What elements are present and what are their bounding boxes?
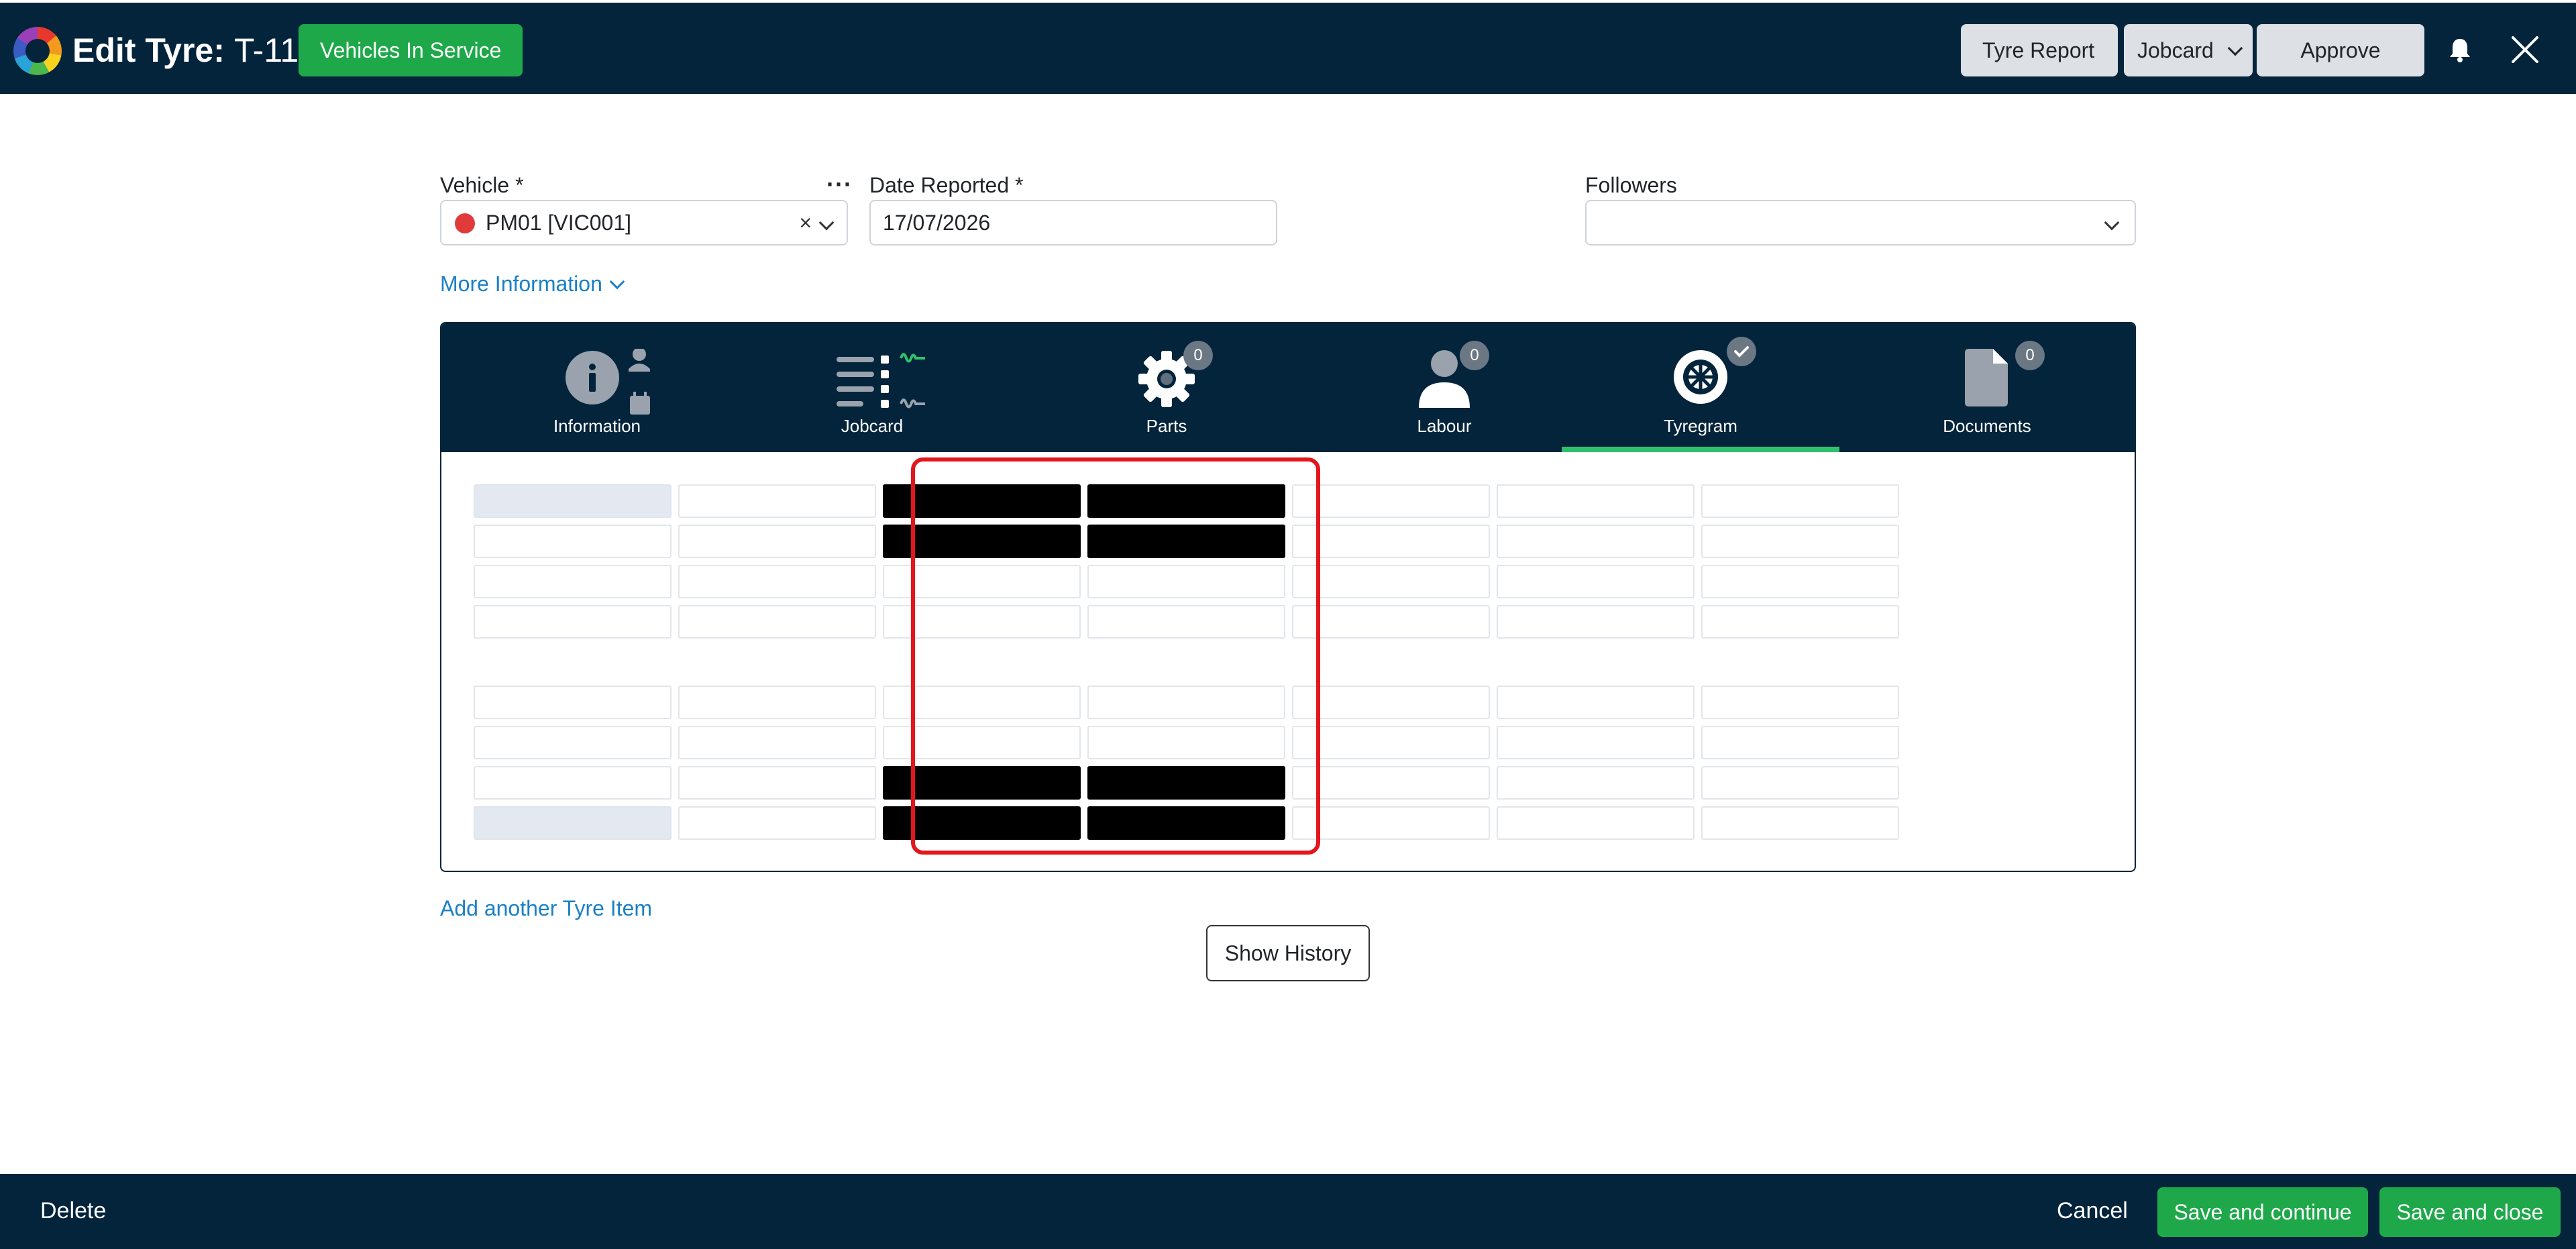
chevron-down-icon xyxy=(2227,40,2243,56)
tyre-grid-cell[interactable] xyxy=(1701,525,1899,558)
tab-information[interactable]: Information xyxy=(441,323,753,452)
close-icon[interactable] xyxy=(2508,32,2542,67)
jobcard-dropdown-label: Jobcard xyxy=(2137,38,2214,62)
tyre-grid-cell[interactable] xyxy=(1292,686,1490,719)
tyre-grid-cell[interactable] xyxy=(1292,766,1490,800)
tyre-grid-cell[interactable] xyxy=(1701,565,1899,598)
tab-labour[interactable]: 0 Labour xyxy=(1305,323,1583,452)
chevron-down-icon[interactable] xyxy=(818,215,835,231)
tyre-grid-cell[interactable] xyxy=(678,525,876,558)
tyre-grid-cell[interactable] xyxy=(1497,484,1695,518)
labour-count-badge: 0 xyxy=(1460,341,1489,370)
app-logo-icon xyxy=(13,27,62,75)
tyre-grid-cell[interactable] xyxy=(1701,766,1899,800)
tab-documents[interactable]: 0 Documents xyxy=(1839,323,2135,452)
tyre-grid-cell[interactable] xyxy=(1292,726,1490,759)
tab-label: Documents xyxy=(1943,416,2031,436)
followers-select[interactable] xyxy=(1585,200,2136,246)
edit-tyre-page: Edit Tyre: T-11 Vehicles In Service Tyre … xyxy=(0,0,2576,1249)
approve-button[interactable]: Approve xyxy=(2257,24,2424,76)
document-icon xyxy=(1965,349,2008,406)
status-button[interactable]: Vehicles In Service xyxy=(299,24,523,76)
tyre-grid-cell[interactable] xyxy=(1292,565,1490,598)
vehicle-status-dot xyxy=(455,213,475,233)
page-title: Edit Tyre: T-11 xyxy=(72,31,299,70)
tyre-grid-cell[interactable] xyxy=(474,605,672,639)
tyre-grid-cell[interactable] xyxy=(1292,525,1490,558)
tab-bar: Information Jobcard 0 Parts 0 Labour Tyr… xyxy=(441,323,2135,452)
tyre-grid-cell[interactable] xyxy=(678,726,876,759)
tyre-grid-cell[interactable] xyxy=(474,806,672,840)
tyre-grid-cell[interactable] xyxy=(678,806,876,840)
tyre-grid-cell[interactable] xyxy=(1497,686,1695,719)
tyre-report-button[interactable]: Tyre Report xyxy=(1961,24,2118,76)
tyre-grid-cell[interactable] xyxy=(1701,605,1899,639)
page-title-label: Edit Tyre: xyxy=(72,32,225,69)
tyre-grid-cell[interactable] xyxy=(1701,726,1899,759)
tyre-grid-cell[interactable] xyxy=(1497,806,1695,840)
highlight-frame xyxy=(911,457,1320,855)
save-and-continue-button[interactable]: Save and continue xyxy=(2157,1187,2368,1237)
date-reported-input[interactable]: 17/07/2026 xyxy=(869,200,1277,246)
more-options-icon[interactable]: ··· xyxy=(826,170,853,199)
check-icon xyxy=(1727,337,1756,366)
tyre-icon xyxy=(1674,350,1727,404)
tyre-grid-cell[interactable] xyxy=(1497,525,1695,558)
vehicle-value: PM01 [VIC001] xyxy=(486,211,631,235)
tyre-grid-cell[interactable] xyxy=(678,605,876,639)
tyre-grid-cell[interactable] xyxy=(1292,806,1490,840)
jobcard-dropdown[interactable]: Jobcard xyxy=(2124,24,2253,76)
tab-parts[interactable]: 0 Parts xyxy=(1028,323,1305,452)
tab-label: Tyregram xyxy=(1664,416,1737,436)
tab-label: Parts xyxy=(1146,416,1187,436)
tab-label: Information xyxy=(553,416,641,436)
tyre-grid-cell[interactable] xyxy=(1497,766,1695,800)
tyre-grid-cell[interactable] xyxy=(474,766,672,800)
date-reported-label: Date Reported * xyxy=(869,173,1024,197)
parts-count-badge: 0 xyxy=(1183,341,1213,370)
more-information-label: More Information xyxy=(440,272,602,296)
show-history-button[interactable]: Show History xyxy=(1206,925,1370,981)
tyre-grid-cell[interactable] xyxy=(1497,726,1695,759)
more-information-link[interactable]: More Information xyxy=(440,272,625,296)
footer-bar: Delete Cancel Save and continue Save and… xyxy=(0,1174,2576,1249)
tyre-grid-cell[interactable] xyxy=(474,686,672,719)
tab-label: Labour xyxy=(1417,416,1472,436)
active-tab-indicator xyxy=(1562,447,1839,452)
tyre-grid-cell[interactable] xyxy=(1701,484,1899,518)
tyre-grid-cell[interactable] xyxy=(1292,605,1490,639)
tyre-grid-cell[interactable] xyxy=(1497,565,1695,598)
cancel-button[interactable]: Cancel xyxy=(2057,1198,2128,1224)
tyre-grid-cell[interactable] xyxy=(1292,484,1490,518)
tyre-grid-cell[interactable] xyxy=(678,565,876,598)
tyre-grid-cell[interactable] xyxy=(678,766,876,800)
tab-tyregram[interactable]: Tyregram xyxy=(1562,323,1839,452)
tyre-tab-panel: Information Jobcard 0 Parts 0 Labour Tyr… xyxy=(440,322,2136,872)
chevron-down-icon[interactable] xyxy=(2104,215,2120,231)
tyre-grid-cell[interactable] xyxy=(1701,686,1899,719)
vehicle-select[interactable]: PM01 [VIC001] × xyxy=(440,200,848,246)
documents-count-badge: 0 xyxy=(2015,341,2045,370)
chevron-down-icon xyxy=(609,274,625,290)
tyre-grid-cell[interactable] xyxy=(1701,806,1899,840)
vehicle-label: Vehicle * xyxy=(440,173,524,197)
tyre-grid-cell[interactable] xyxy=(678,484,876,518)
tyre-grid-cell[interactable] xyxy=(474,565,672,598)
tyre-grid-cell[interactable] xyxy=(1497,605,1695,639)
bell-icon[interactable] xyxy=(2449,38,2471,63)
tyre-grid-cell[interactable] xyxy=(474,525,672,558)
tab-jobcard[interactable]: Jobcard xyxy=(716,323,1028,452)
delete-button[interactable]: Delete xyxy=(40,1198,106,1224)
header-bar: Edit Tyre: T-11 Vehicles In Service Tyre … xyxy=(0,0,2576,94)
followers-label: Followers xyxy=(1585,173,1677,197)
tyre-grid-cell[interactable] xyxy=(678,686,876,719)
tab-label: Jobcard xyxy=(841,416,904,436)
page-title-id: T-11 xyxy=(233,32,299,69)
save-and-close-button[interactable]: Save and close xyxy=(2379,1187,2561,1237)
tyre-grid-cell[interactable] xyxy=(474,726,672,759)
tyre-grid-cell[interactable] xyxy=(474,484,672,518)
add-tyre-item-link[interactable]: Add another Tyre Item xyxy=(440,896,652,921)
clear-icon[interactable]: × xyxy=(799,201,812,244)
